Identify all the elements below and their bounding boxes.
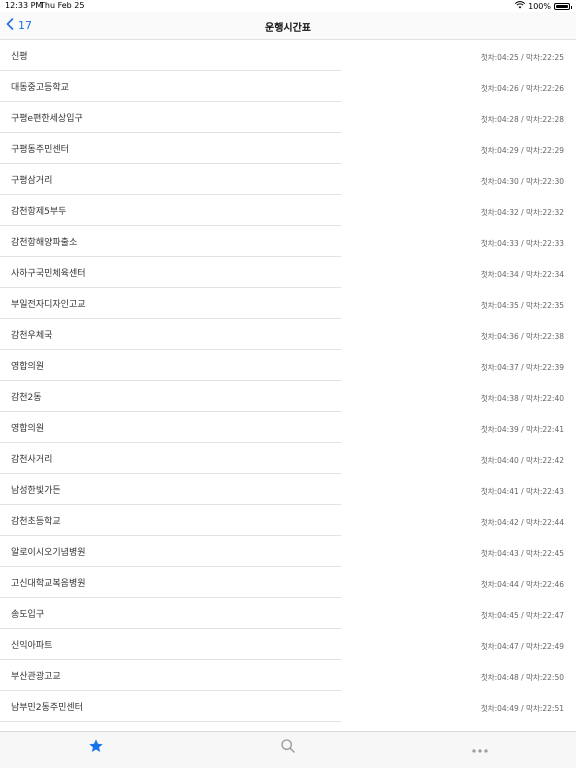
stop-name: 감천2동 <box>11 393 42 403</box>
stop-times: 첫차:04:48 / 막차:22:50 <box>480 673 564 682</box>
stop-times: 첫차:04:38 / 막차:22:40 <box>480 394 564 403</box>
stop-row[interactable]: 구평삼거리 첫차:04:30 / 막차:22:30 <box>0 164 576 195</box>
stop-row[interactable]: 신평 첫차:04:25 / 막차:22:25 <box>0 40 576 71</box>
stop-name: 남부민2동주민센터 <box>11 703 83 713</box>
stop-times: 첫차:04:30 / 막차:22:30 <box>480 177 564 186</box>
stop-row[interactable]: 감천2동 첫차:04:38 / 막차:22:40 <box>0 381 576 412</box>
stop-row[interactable]: 영합의원 첫차:04:39 / 막차:22:41 <box>0 412 576 443</box>
stop-times: 첫차:04:35 / 막차:22:35 <box>480 301 564 310</box>
stop-times: 첫차:04:28 / 막차:22:28 <box>480 115 564 124</box>
stop-times: 첫차:04:49 / 막차:22:51 <box>480 704 564 713</box>
stop-times: 첫차:04:42 / 막차:22:44 <box>480 518 564 527</box>
status-date: Thu Feb 25 <box>40 1 85 10</box>
stop-name: 감천초등학교 <box>11 517 61 527</box>
stop-name: 구평동주민센터 <box>11 145 69 155</box>
stop-name: 영합의원 <box>11 424 45 434</box>
stop-name: 송도입구 <box>11 610 45 620</box>
tab-favorites[interactable] <box>84 736 108 760</box>
stop-name: 감천사거리 <box>11 455 53 465</box>
battery-percent: 100% <box>528 1 551 11</box>
stop-name: 부산관광고교 <box>11 672 61 682</box>
stop-times: 첫차:04:34 / 막차:22:34 <box>480 270 564 279</box>
stop-times: 첫차:04:47 / 막차:22:49 <box>480 642 564 651</box>
stop-times: 첫차:04:37 / 막차:22:39 <box>480 363 564 372</box>
stop-times: 첫차:04:44 / 막차:22:46 <box>480 580 564 589</box>
stop-name: 고신대학교복음병원 <box>11 579 86 589</box>
stop-name: 부일전자디자인고교 <box>11 300 86 310</box>
stop-times: 첫차:04:26 / 막차:22:26 <box>480 84 564 93</box>
stop-times: 첫차:04:40 / 막차:22:42 <box>480 456 564 465</box>
timetable-list[interactable]: 신평 첫차:04:25 / 막차:22:25 대동중고등학교 첫차:04:26 / 막… <box>0 40 576 731</box>
stop-times: 첫차:04:32 / 막차:22:32 <box>480 208 564 217</box>
stop-row[interactable]: 구평e편한세상입구 첫차:04:28 / 막차:22:28 <box>0 102 576 133</box>
stop-times: 첫차:04:41 / 막차:22:43 <box>480 487 564 496</box>
stop-name: 감천우체국 <box>11 331 53 341</box>
stop-times: 첫차:04:33 / 막차:22:33 <box>480 239 564 248</box>
stop-row[interactable]: 신익아파트 첫차:04:47 / 막차:22:49 <box>0 629 576 660</box>
stop-row[interactable]: 남부민2동주민센터 첫차:04:49 / 막차:22:51 <box>0 691 576 722</box>
stop-name: 신평 <box>11 52 28 62</box>
stop-row[interactable]: 감천항해양파출소 첫차:04:33 / 막차:22:33 <box>0 226 576 257</box>
stop-row[interactable]: 감천우체국 첫차:04:36 / 막차:22:38 <box>0 319 576 350</box>
stop-name: 영합의원 <box>11 362 45 372</box>
stop-times: 첫차:04:45 / 막차:22:47 <box>480 611 564 620</box>
stop-times: 첫차:04:25 / 막차:22:25 <box>480 53 564 62</box>
more-icon <box>471 739 489 758</box>
stop-row[interactable]: 송도입구 첫차:04:45 / 막차:22:47 <box>0 598 576 629</box>
stop-row[interactable]: 남성한빛가든 첫차:04:41 / 막차:22:43 <box>0 474 576 505</box>
stop-name: 대동중고등학교 <box>11 83 69 93</box>
stop-row[interactable]: 부일전자디자인고교 첫차:04:35 / 막차:22:35 <box>0 288 576 319</box>
status-bar: 12:33 PM Thu Feb 25 100% <box>0 0 576 12</box>
tab-search[interactable] <box>276 736 300 760</box>
status-right: 100% <box>515 1 572 11</box>
row-separator <box>0 721 341 722</box>
stop-name: 감천항제5부두 <box>11 207 67 217</box>
stop-row[interactable]: 구평동주민센터 첫차:04:29 / 막차:22:29 <box>0 133 576 164</box>
stop-times: 첫차:04:36 / 막차:22:38 <box>480 332 564 341</box>
battery-icon <box>554 2 572 10</box>
stop-times: 첫차:04:29 / 막차:22:29 <box>480 146 564 155</box>
navigation-bar: 17 운행시간표 <box>0 12 576 40</box>
stop-name: 신익아파트 <box>11 641 53 651</box>
stop-name: 구평삼거리 <box>11 176 53 186</box>
page-title: 운행시간표 <box>265 23 311 34</box>
stop-row[interactable]: 감천초등학교 첫차:04:42 / 막차:22:44 <box>0 505 576 536</box>
stop-name: 남성한빛가든 <box>11 486 61 496</box>
stop-name: 감천항해양파출소 <box>11 238 78 248</box>
stop-row[interactable]: 대동중고등학교 첫차:04:26 / 막차:22:26 <box>0 71 576 102</box>
stop-times: 첫차:04:39 / 막차:22:41 <box>480 425 564 434</box>
stop-times: 첫차:04:43 / 막차:22:45 <box>480 549 564 558</box>
status-time: 12:33 PM <box>5 1 43 10</box>
search-icon <box>280 738 296 758</box>
stop-row[interactable]: 영합의원 첫차:04:37 / 막차:22:39 <box>0 350 576 381</box>
stop-row[interactable]: 감천항제5부두 첫차:04:32 / 막차:22:32 <box>0 195 576 226</box>
stop-name: 사하구국민체육센터 <box>11 269 86 279</box>
stop-name: 알로이시오기념병원 <box>11 548 86 558</box>
stop-row[interactable]: 알로이시오기념병원 첫차:04:43 / 막차:22:45 <box>0 536 576 567</box>
stop-row[interactable]: 고신대학교복음병원 첫차:04:44 / 막차:22:46 <box>0 567 576 598</box>
stop-name: 구평e편한세상입구 <box>11 114 83 124</box>
wifi-icon <box>515 1 526 11</box>
tab-more[interactable] <box>468 736 492 760</box>
star-icon <box>88 738 104 758</box>
stop-row[interactable]: 사하구국민체육센터 첫차:04:34 / 막차:22:34 <box>0 257 576 288</box>
stop-row[interactable]: 감천사거리 첫차:04:40 / 막차:22:42 <box>0 443 576 474</box>
tab-bar <box>0 731 576 768</box>
stop-row[interactable]: 부산관광고교 첫차:04:48 / 막차:22:50 <box>0 660 576 691</box>
